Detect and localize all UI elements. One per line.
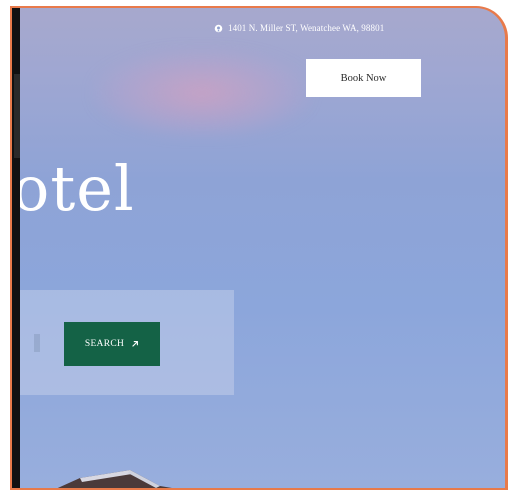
- building-roof: [57, 470, 172, 488]
- arrow-up-right-icon: [132, 341, 139, 347]
- book-now-button[interactable]: Book Now: [306, 59, 421, 97]
- sky-background: [92, 48, 312, 138]
- search-button-label: SEARCH: [84, 339, 125, 349]
- location-pin-icon: [214, 24, 223, 32]
- address-line: 1401 N. Miller ST, Wenatchee WA, 98801: [214, 23, 384, 33]
- left-edge-mark: [14, 74, 20, 158]
- search-panel: SEARCH: [20, 290, 234, 395]
- hero-title: otel: [12, 152, 135, 225]
- hotel-hero-frame: 1401 N. Miller ST, Wenatchee WA, 98801 B…: [10, 6, 508, 490]
- left-edge-bar: [12, 8, 20, 488]
- search-panel-field-edge: [34, 334, 40, 352]
- address-text: 1401 N. Miller ST, Wenatchee WA, 98801: [228, 23, 385, 33]
- search-button[interactable]: SEARCH: [64, 322, 160, 366]
